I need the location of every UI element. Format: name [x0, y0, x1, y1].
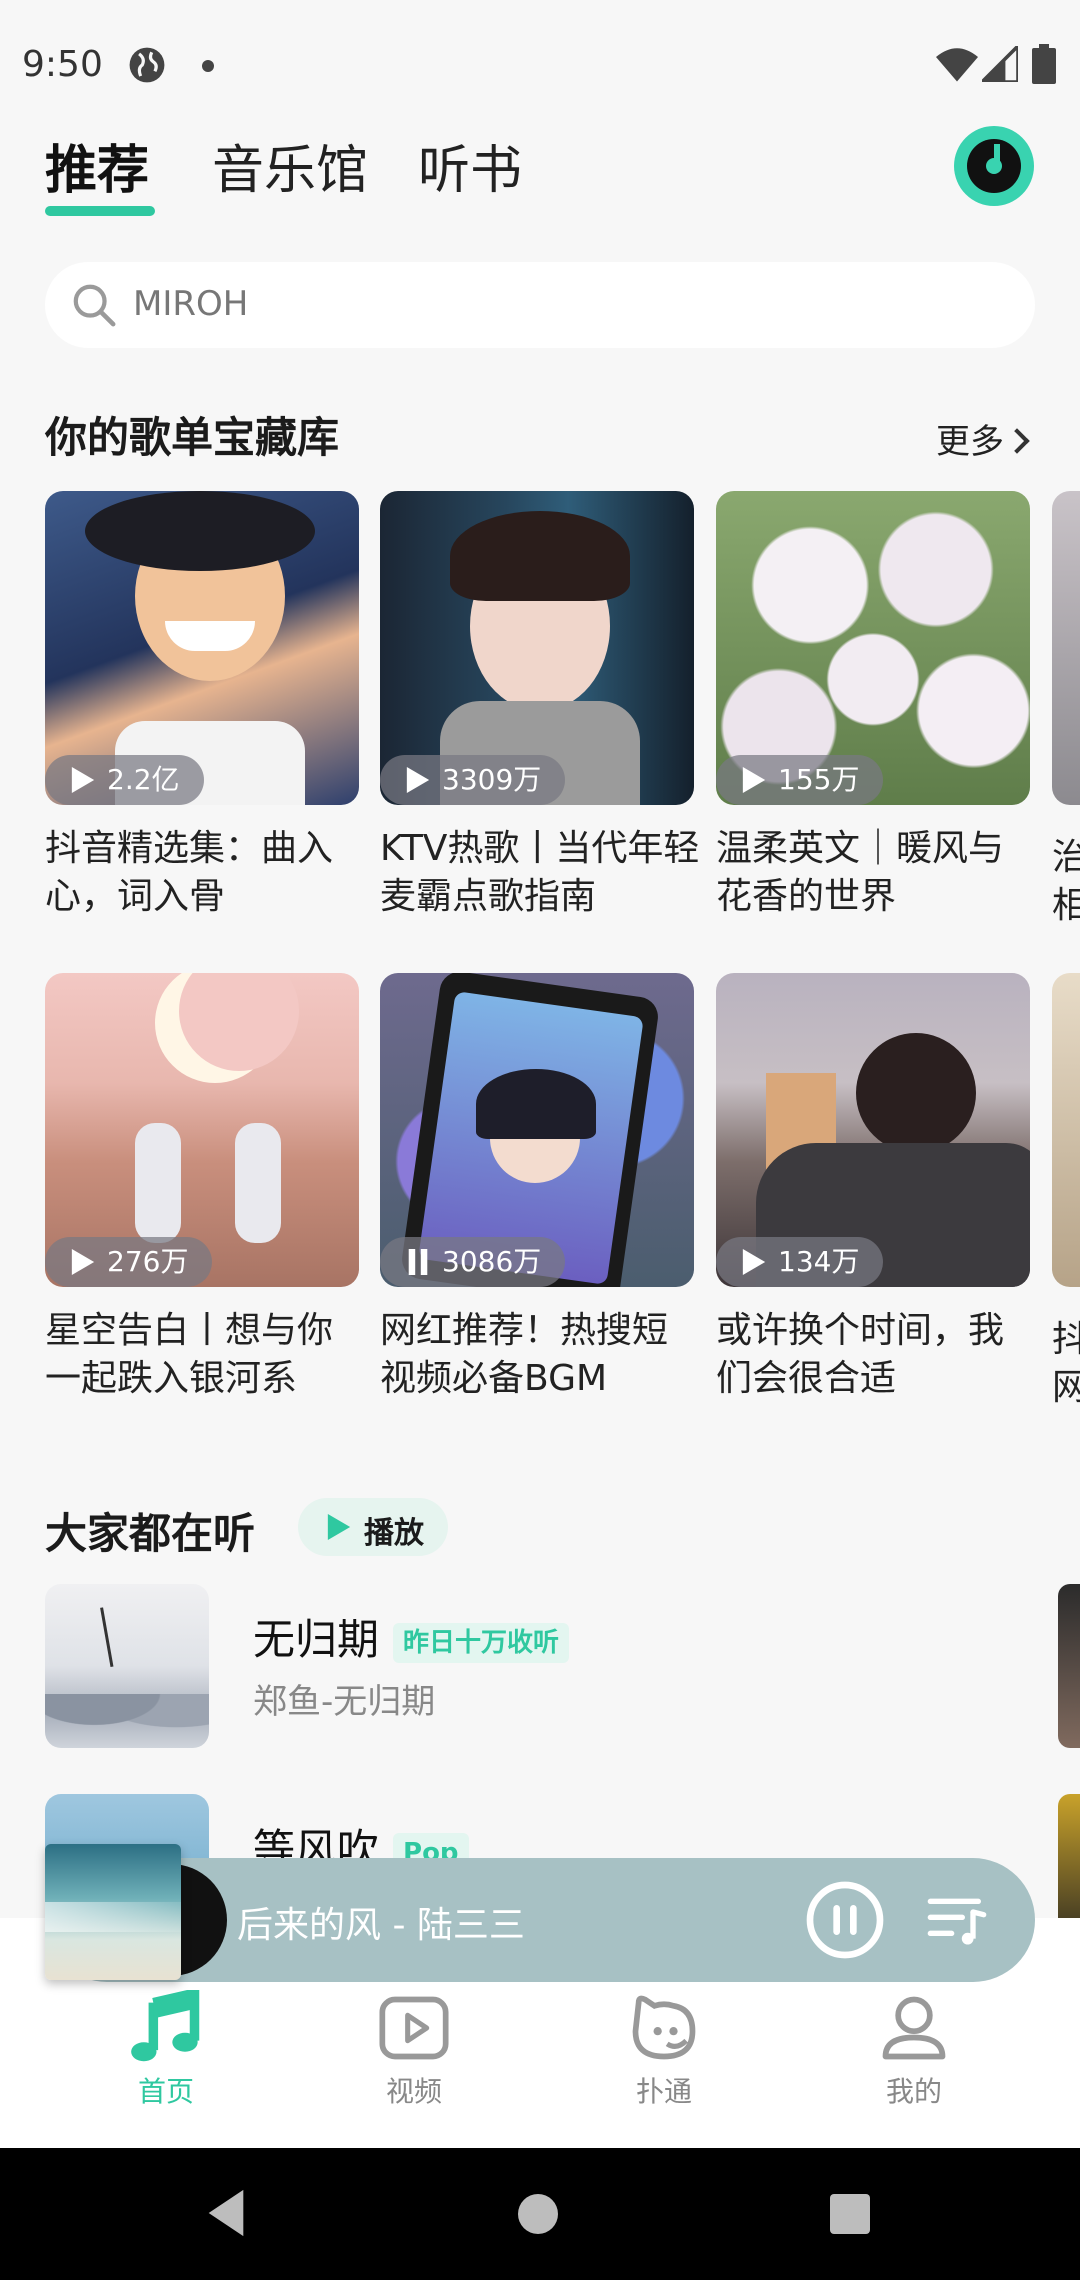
play-icon: [742, 1249, 766, 1275]
mini-player[interactable]: 后来的风 - 陆三三: [45, 1858, 1035, 1982]
system-navigation-bar: [0, 2148, 1080, 2280]
video-icon: [379, 1996, 449, 2060]
chevron-right-icon: [1004, 427, 1030, 454]
playlist-title: KTV热歌丨当代年轻麦霸点歌指南: [380, 828, 700, 917]
song-cover: [45, 1584, 209, 1748]
play-icon: [71, 767, 95, 793]
back-icon[interactable]: [204, 2188, 248, 2238]
peek-text: 抖 网: [1052, 1319, 1080, 1408]
song-name: 无归期: [253, 1615, 380, 1664]
playlist-title-peek: 抖 网: [1052, 1316, 1080, 1412]
search-input[interactable]: MIROH: [45, 262, 1035, 348]
play-count: 155万: [778, 763, 860, 796]
chat-face-icon: [632, 1995, 696, 2060]
play-count-badge: 155万: [716, 755, 884, 805]
playlist-card-peek[interactable]: [1052, 491, 1080, 805]
pause-button[interactable]: [805, 1880, 885, 1960]
play-icon: [327, 1514, 351, 1540]
active-tab-indicator: [45, 206, 155, 216]
battery-icon: [1032, 44, 1056, 84]
nav-putong[interactable]: 扑通: [564, 1990, 764, 2110]
now-playing-cover: [45, 1844, 181, 1980]
nav-label: 扑通: [635, 2075, 692, 2108]
play-icon: [742, 767, 766, 793]
search-text: MIROH: [133, 284, 249, 324]
play-count-badge: 2.2亿: [45, 755, 204, 805]
playlist-title: 网红推荐！热搜短视频必备BGM: [380, 1310, 669, 1399]
nav-home[interactable]: 首页: [66, 1990, 266, 2110]
status-time: 9:50: [22, 44, 103, 85]
tab-recommend[interactable]: 推荐: [45, 128, 149, 203]
play-icon: [71, 1249, 95, 1275]
play-count-badge: 3086万: [380, 1237, 566, 1287]
disc-note-stem: [994, 144, 1000, 168]
status-bar: 9:50: [0, 0, 1080, 130]
tab-music-hall[interactable]: 音乐馆: [212, 128, 368, 203]
play-count: 276万: [107, 1245, 189, 1278]
search-icon: [73, 284, 116, 327]
peek-text: 治 相: [1052, 837, 1080, 926]
section-title-playlists: 你的歌单宝藏库: [45, 413, 340, 462]
playlist-title: 或许换个时间，我们会很合适: [716, 1310, 1005, 1399]
section-title-popular: 大家都在听: [45, 1509, 256, 1558]
now-playing-title: 后来的风 - 陆三三: [237, 1905, 525, 1946]
play-count: 134万: [778, 1245, 860, 1278]
nav-label: 视频: [385, 2075, 442, 2108]
play-all-button[interactable]: 播放: [298, 1498, 448, 1556]
play-count: 3309万: [442, 763, 542, 796]
music-note-icon: [131, 1990, 200, 2062]
song-cover-peek[interactable]: [1058, 1584, 1080, 1748]
music-disc-button[interactable]: [954, 126, 1034, 206]
nav-video[interactable]: 视频: [314, 1990, 514, 2110]
playlist-title-peek: 治 相: [1052, 834, 1080, 930]
play-count-badge: 134万: [716, 1237, 884, 1287]
playlist-card-peek[interactable]: [1052, 973, 1080, 1287]
wifi-icon: [936, 48, 978, 82]
more-link[interactable]: 更多: [936, 414, 1030, 463]
song-row[interactable]: 无归期 昨日十万收听 郑鱼-无归期: [45, 1584, 1045, 1750]
song-title: 无归期 昨日十万收听: [253, 1606, 570, 1667]
song-subtitle: 郑鱼-无归期: [253, 1682, 436, 1722]
playlist-title: 抖音精选集：曲入心，词入骨: [45, 828, 334, 917]
pause-icon: [408, 1249, 428, 1275]
nav-mine[interactable]: 我的: [814, 1990, 1014, 2110]
play-count: 3086万: [442, 1245, 542, 1278]
play-count-badge: 276万: [45, 1237, 213, 1287]
playlist-queue-button[interactable]: [925, 1888, 989, 1952]
more-label: 更多: [936, 422, 1004, 462]
play-count-badge: 3309万: [380, 755, 566, 805]
song-tag: 昨日十万收听: [393, 1622, 570, 1663]
recents-icon[interactable]: [830, 2194, 870, 2234]
play-count: 2.2亿: [107, 763, 180, 796]
playlist-title: 星空告白丨想与你一起跌入银河系: [45, 1310, 334, 1399]
play-all-label: 播放: [364, 1516, 424, 1551]
globe-icon: [129, 47, 165, 83]
tab-audiobooks[interactable]: 听书: [418, 128, 522, 203]
home-icon[interactable]: [518, 2194, 558, 2234]
playlist-title: 温柔英文｜暖风与花香的世界: [716, 828, 1005, 917]
person-icon: [882, 1996, 946, 2060]
nav-label: 我的: [885, 2075, 942, 2108]
nav-label: 首页: [137, 2075, 194, 2108]
signal-icon: [982, 46, 1018, 82]
play-icon: [406, 767, 430, 793]
notification-dot-icon: [202, 60, 214, 72]
